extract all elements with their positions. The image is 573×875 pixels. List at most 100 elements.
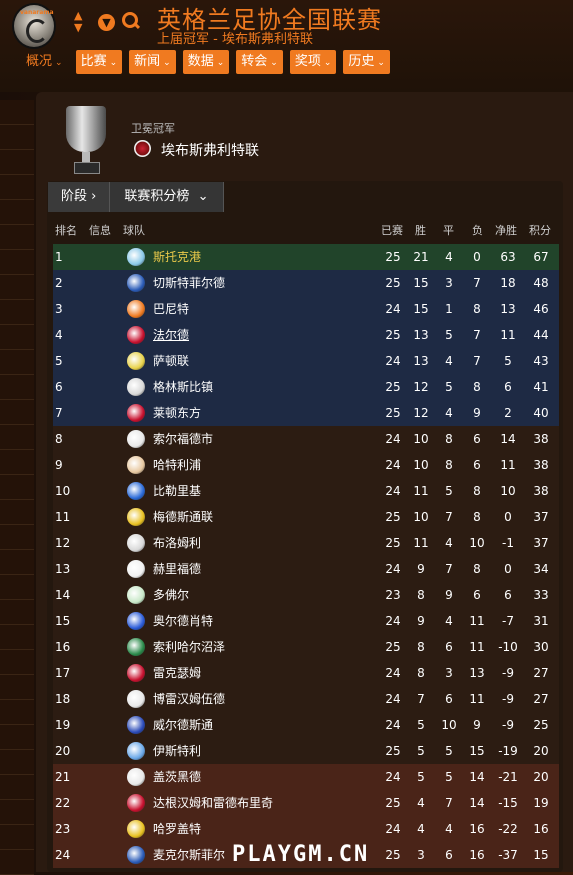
col-info[interactable]: 信息 — [89, 222, 111, 240]
menu-overview[interactable]: 概况 ⌄ — [26, 50, 63, 74]
won: 11 — [413, 536, 429, 550]
team-name[interactable]: 威尔德斯通 — [153, 712, 213, 738]
table-row[interactable]: 10 比勒里基 24 11 5 8 10 38 — [53, 478, 559, 504]
table-row[interactable]: 19 威尔德斯通 24 5 10 9 -9 25 — [53, 712, 559, 738]
menu-awards[interactable]: 奖项 ⌄ — [289, 50, 337, 74]
col-won[interactable]: 胜 — [415, 222, 426, 240]
won: 3 — [417, 848, 425, 862]
drawn: 1 — [445, 302, 453, 316]
menu-matches[interactable]: 比赛 ⌄ — [75, 50, 123, 74]
table-row[interactable]: 18 博雷汉姆伍德 24 7 6 11 -9 27 — [53, 686, 559, 712]
club-badge-icon — [127, 404, 145, 422]
chevron-down-icon[interactable]: ▼ — [98, 14, 115, 31]
league-logo[interactable]: vanarama — [12, 3, 56, 49]
team-name[interactable]: 切斯特菲尔德 — [153, 270, 225, 296]
drawn: 4 — [445, 536, 453, 550]
menu-stats[interactable]: 数据 ⌄ — [182, 50, 230, 74]
points: 30 — [533, 640, 549, 654]
table-row[interactable]: 7 莱顿东方 25 12 4 9 2 40 — [53, 400, 559, 426]
table-row[interactable]: 4 法尔德 25 13 5 7 11 44 — [53, 322, 559, 348]
col-gd[interactable]: 净胜 — [495, 222, 517, 240]
played: 25 — [385, 250, 401, 264]
col-played[interactable]: 已赛 — [381, 222, 403, 240]
team-name[interactable]: 巴尼特 — [153, 296, 189, 322]
tab-league-table[interactable]: 联赛积分榜 ⌄ — [110, 182, 224, 212]
chevron-right-icon: › — [91, 189, 97, 204]
table-row[interactable]: 22 达根汉姆和雷德布里奇 25 4 7 14 -15 19 — [53, 790, 559, 816]
search-icon[interactable] — [122, 12, 141, 30]
team-name[interactable]: 萨顿联 — [153, 348, 189, 374]
goal-difference: 11 — [500, 328, 516, 342]
team-name[interactable]: 雷克瑟姆 — [153, 660, 201, 686]
table-row[interactable]: 13 赫里福德 24 9 7 8 0 34 — [53, 556, 559, 582]
rank: 9 — [55, 458, 63, 472]
col-drawn[interactable]: 平 — [443, 222, 454, 240]
team-name[interactable]: 盖茨黑德 — [153, 764, 201, 790]
team-name[interactable]: 多佛尔 — [153, 582, 189, 608]
up-down-arrows-icon[interactable]: ▲ ▼ — [74, 10, 86, 36]
played: 25 — [385, 510, 401, 524]
team-name[interactable]: 伊斯特利 — [153, 738, 201, 764]
tab-stage[interactable]: 阶段 › — [48, 182, 111, 212]
col-rank[interactable]: 排名 — [55, 222, 77, 240]
lost: 11 — [469, 640, 485, 654]
col-pts[interactable]: 积分 — [529, 222, 551, 240]
col-lost[interactable]: 负 — [472, 222, 483, 240]
team-name[interactable]: 哈罗盖特 — [153, 816, 201, 842]
goal-difference: -19 — [498, 744, 518, 758]
table-row[interactable]: 14 多佛尔 23 8 9 6 6 33 — [53, 582, 559, 608]
table-row[interactable]: 2 切斯特菲尔德 25 15 3 7 18 48 — [53, 270, 559, 296]
table-row[interactable]: 5 萨顿联 24 13 4 7 5 43 — [53, 348, 559, 374]
goal-difference: -9 — [502, 666, 514, 680]
main-menu: 概况 ⌄ 比赛 ⌄ 新闻 ⌄ 数据 ⌄ 转会 ⌄ 奖项 ⌄ 历史 ⌄ — [26, 50, 397, 74]
table-row[interactable]: 3 巴尼特 24 15 1 8 13 46 — [53, 296, 559, 322]
table-row[interactable]: 11 梅德斯通联 25 10 7 8 0 37 — [53, 504, 559, 530]
goal-difference: 10 — [500, 484, 516, 498]
club-badge-icon — [127, 664, 145, 682]
trophy-icon — [60, 104, 112, 174]
page-subtitle[interactable]: 上届冠军 - 埃布斯弗利特联 — [157, 28, 313, 47]
team-name[interactable]: 法尔德 — [153, 322, 189, 348]
team-name[interactable]: 奥尔德肖特 — [153, 608, 213, 634]
table-row[interactable]: 23 哈罗盖特 24 4 4 16 -22 16 — [53, 816, 559, 842]
club-badge-icon — [127, 430, 145, 448]
lost: 8 — [473, 484, 481, 498]
table-row[interactable]: 9 哈特利浦 24 10 8 6 11 38 — [53, 452, 559, 478]
team-name[interactable]: 梅德斯通联 — [153, 504, 213, 530]
defending-champion-label: 卫冕冠军 — [131, 122, 175, 135]
team-name[interactable]: 达根汉姆和雷德布里奇 — [153, 790, 273, 816]
team-name[interactable]: 莱顿东方 — [153, 400, 201, 426]
team-name[interactable]: 索尔福德市 — [153, 426, 213, 452]
table-row[interactable]: 8 索尔福德市 24 10 8 6 14 38 — [53, 426, 559, 452]
menu-history[interactable]: 历史 ⌄ — [343, 50, 390, 74]
table-row[interactable]: 15 奥尔德肖特 24 9 4 11 -7 31 — [53, 608, 559, 634]
team-name[interactable]: 比勒里基 — [153, 478, 201, 504]
points: 27 — [533, 692, 549, 706]
table-row[interactable]: 6 格林斯比镇 25 12 5 8 6 41 — [53, 374, 559, 400]
champion-name[interactable]: 埃布斯弗利特联 — [161, 140, 259, 160]
menu-transfers[interactable]: 转会 ⌄ — [236, 50, 283, 74]
club-badge-icon — [127, 586, 145, 604]
drawn: 5 — [445, 770, 453, 784]
played: 24 — [385, 458, 401, 472]
team-name[interactable]: 索利哈尔沼泽 — [153, 634, 225, 660]
table-row[interactable]: 17 雷克瑟姆 24 8 3 13 -9 27 — [53, 660, 559, 686]
club-badge-icon — [127, 352, 145, 370]
team-name[interactable]: 麦克尔斯菲尔 — [153, 842, 225, 868]
table-row[interactable]: 1 斯托克港 25 21 4 0 63 67 — [53, 244, 559, 270]
team-name[interactable]: 博雷汉姆伍德 — [153, 686, 225, 712]
team-name[interactable]: 斯托克港 — [153, 244, 201, 270]
rank: 23 — [55, 822, 71, 836]
col-team[interactable]: 球队 — [123, 222, 145, 240]
table-row[interactable]: 20 伊斯特利 25 5 5 15 -19 20 — [53, 738, 559, 764]
team-name[interactable]: 哈特利浦 — [153, 452, 201, 478]
table-row[interactable]: 16 索利哈尔沼泽 25 8 6 11 -10 30 — [53, 634, 559, 660]
won: 13 — [413, 328, 429, 342]
team-name[interactable]: 赫里福德 — [153, 556, 201, 582]
team-name[interactable]: 格林斯比镇 — [153, 374, 213, 400]
team-name[interactable]: 布洛姆利 — [153, 530, 201, 556]
table-row[interactable]: 21 盖茨黑德 24 5 5 14 -21 20 — [53, 764, 559, 790]
table-row[interactable]: 12 布洛姆利 25 11 4 10 -1 37 — [53, 530, 559, 556]
menu-news[interactable]: 新闻 ⌄ — [129, 50, 176, 74]
drawn: 3 — [445, 666, 453, 680]
